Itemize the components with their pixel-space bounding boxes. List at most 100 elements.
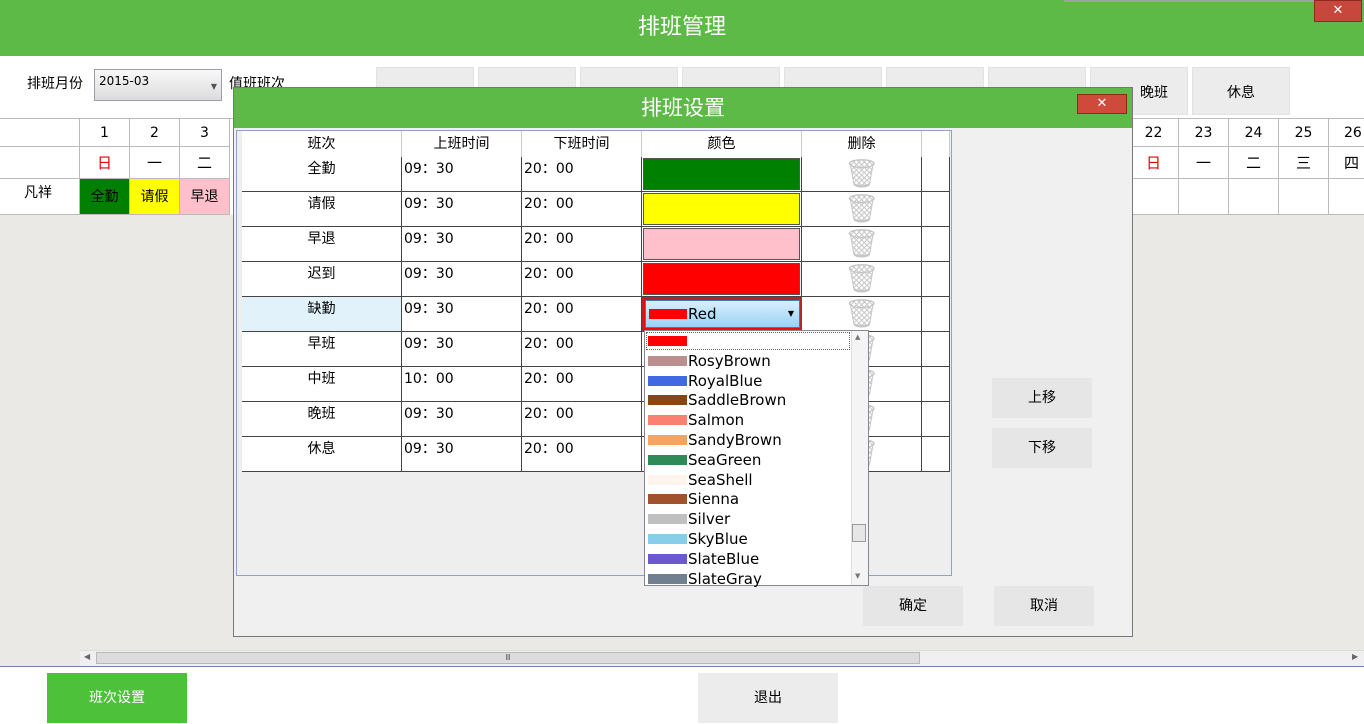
scroll-down-icon[interactable]: ▼ (855, 572, 860, 580)
shift-name-cell[interactable]: 请假 (242, 192, 402, 227)
color-option-label: SlateGray (688, 569, 762, 588)
column-header-start: 上班时间 (402, 131, 522, 157)
color-option-label: RoyalBlue (688, 371, 763, 390)
day-cell: 22 (1129, 119, 1179, 147)
color-swatch (643, 228, 800, 260)
scroll-left-icon[interactable]: ◀ (84, 652, 90, 661)
shift-button-rest[interactable]: 休息 (1192, 67, 1290, 115)
shift-cell[interactable]: 早退 (180, 179, 230, 215)
trash-icon[interactable]: 🗑 (844, 192, 880, 225)
color-option[interactable]: Sienna (645, 489, 851, 509)
trash-icon[interactable]: 🗑 (844, 227, 880, 260)
filler-cell (922, 227, 950, 262)
month-value: 2015-03 (99, 74, 150, 88)
move-up-button[interactable]: 上移 (992, 378, 1092, 418)
exit-button[interactable]: 退出 (698, 673, 838, 723)
color-option[interactable]: Salmon (645, 410, 851, 430)
color-option-label: SandyBrown (688, 431, 782, 449)
scrollbar-thumb[interactable]: Ⅲ (96, 652, 920, 664)
start-time-cell[interactable]: 09：30 (402, 157, 522, 192)
end-time-cell[interactable]: 20：00 (522, 192, 642, 227)
color-swatch (648, 435, 687, 445)
shift-settings-button[interactable]: 班次设置 (47, 673, 187, 723)
start-time-cell[interactable]: 09：30 (402, 227, 522, 262)
weekday-cell: 日 (80, 147, 130, 179)
footer-area (0, 666, 1364, 724)
start-time-cell[interactable]: 09：30 (402, 437, 522, 472)
end-time-cell[interactable]: 20：00 (522, 157, 642, 192)
color-option[interactable]: SeaShell (645, 470, 851, 490)
end-time-cell[interactable]: 20：00 (522, 402, 642, 437)
shift-cell[interactable] (1129, 179, 1179, 215)
start-time-cell[interactable]: 10：00 (402, 367, 522, 402)
app-title: 排班管理 (0, 0, 1364, 56)
color-cell[interactable] (642, 227, 802, 262)
dropdown-scroll-thumb[interactable] (852, 524, 866, 542)
start-time-cell[interactable]: 09：30 (402, 262, 522, 297)
end-time-cell[interactable]: 20：00 (522, 437, 642, 472)
shift-cell[interactable] (1279, 179, 1329, 215)
month-select[interactable]: 2015-03 ▼ (94, 69, 222, 101)
color-option[interactable]: SkyBlue (645, 529, 851, 549)
start-time-cell[interactable]: 09：30 (402, 192, 522, 227)
cancel-button[interactable]: 取消 (994, 586, 1094, 626)
end-time-cell[interactable]: 20：00 (522, 332, 642, 367)
shift-cell[interactable] (1179, 179, 1229, 215)
color-option[interactable]: SeaGreen (645, 450, 851, 470)
color-swatch (643, 193, 800, 225)
end-time-cell[interactable]: 20：00 (522, 262, 642, 297)
shift-name-cell[interactable]: 中班 (242, 367, 402, 402)
filler-cell (922, 437, 950, 472)
trash-icon[interactable]: 🗑 (844, 262, 880, 295)
color-option[interactable]: SandyBrown (645, 430, 851, 450)
delete-cell[interactable]: 🗑 (802, 297, 922, 332)
shift-name-cell[interactable]: 早退 (242, 227, 402, 262)
shift-name-cell[interactable]: 晚班 (242, 402, 402, 437)
color-option[interactable]: Silver (645, 509, 851, 529)
shift-cell[interactable]: 请假 (130, 179, 180, 215)
shift-name-cell[interactable]: 休息 (242, 437, 402, 472)
shift-name-cell[interactable]: 早班 (242, 332, 402, 367)
shift-name-cell[interactable]: 全勤 (242, 157, 402, 192)
delete-cell[interactable]: 🗑 (802, 192, 922, 227)
color-option[interactable]: SlateGray (645, 569, 851, 589)
scroll-right-icon[interactable]: ▶ (1352, 652, 1358, 661)
move-down-button[interactable]: 下移 (992, 428, 1092, 468)
start-time-cell[interactable]: 09：30 (402, 402, 522, 437)
trash-icon[interactable]: 🗑 (844, 157, 880, 190)
color-cell[interactable] (642, 157, 802, 192)
shift-name-cell[interactable]: 缺勤 (242, 297, 402, 332)
shift-name-cell[interactable]: 迟到 (242, 262, 402, 297)
shift-cell[interactable]: 全勤 (80, 179, 130, 215)
scroll-up-icon[interactable]: ▲ (855, 333, 860, 341)
color-swatch (648, 494, 687, 505)
color-option[interactable]: RosyBrown (645, 351, 851, 371)
end-time-cell[interactable]: 20：00 (522, 297, 642, 332)
dropdown-scrollbar[interactable] (851, 331, 868, 585)
window-close-button[interactable]: ✕ (1314, 0, 1362, 22)
color-option[interactable]: RoyalBlue (645, 371, 851, 391)
shift-cell[interactable] (1229, 179, 1279, 215)
color-option[interactable]: SaddleBrown (645, 390, 851, 410)
end-time-cell[interactable]: 20：00 (522, 367, 642, 402)
color-cell[interactable] (642, 192, 802, 227)
shift-cell[interactable] (1329, 179, 1364, 215)
corner-cell (0, 119, 80, 147)
color-option-label: RosyBrown (688, 351, 771, 370)
color-swatch (649, 309, 687, 319)
color-cell[interactable] (642, 262, 802, 297)
delete-cell[interactable]: 🗑 (802, 227, 922, 262)
delete-cell[interactable]: 🗑 (802, 262, 922, 297)
color-swatch (648, 553, 687, 564)
color-option[interactable]: SlateBlue (645, 549, 851, 569)
start-time-cell[interactable]: 09：30 (402, 297, 522, 332)
ok-button[interactable]: 确定 (863, 586, 963, 626)
dialog-close-button[interactable]: ✕ (1077, 94, 1127, 114)
color-select[interactable]: Red ▼ (645, 300, 800, 328)
end-time-cell[interactable]: 20：00 (522, 227, 642, 262)
start-time-cell[interactable]: 09：30 (402, 332, 522, 367)
day-cell: 26 (1329, 119, 1364, 147)
trash-icon[interactable]: 🗑 (844, 297, 880, 330)
column-header-filler (922, 131, 950, 157)
delete-cell[interactable]: 🗑 (802, 157, 922, 192)
